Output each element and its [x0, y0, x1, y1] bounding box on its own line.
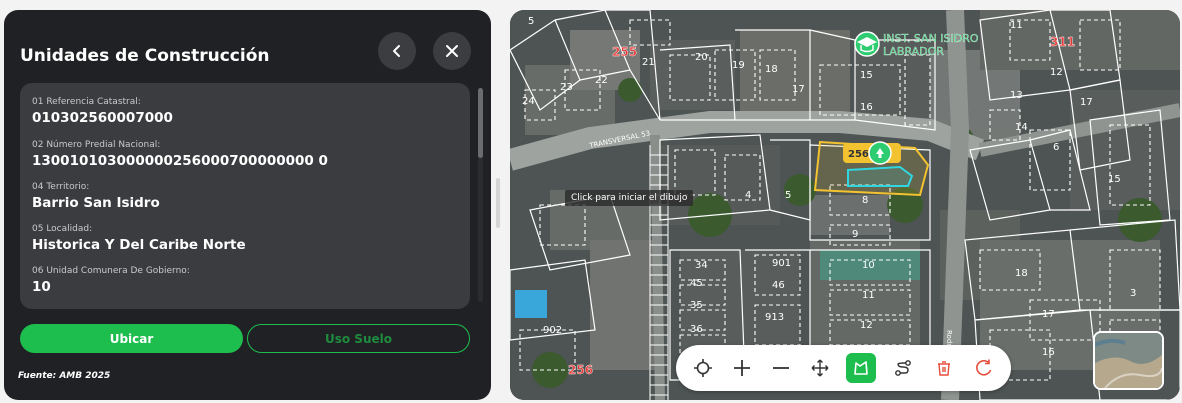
- selected-parcel-label: 256: [848, 149, 869, 160]
- parcel-number: 913: [765, 312, 784, 323]
- parcel-number: 12: [860, 320, 873, 331]
- field-label: 04 Territorio:: [32, 182, 90, 192]
- parcel-number: 34: [695, 260, 708, 271]
- pan-icon: [811, 359, 829, 377]
- parcel-number: 3: [1130, 288, 1136, 299]
- parcel-number: 9: [852, 229, 858, 240]
- field-value: Historica Y Del Caribe Norte: [32, 237, 246, 253]
- sector-label: 311: [1050, 35, 1075, 49]
- parcel-number: 20: [695, 52, 708, 63]
- crosshair-icon: [694, 359, 712, 377]
- minimap-canvas: [1095, 333, 1162, 388]
- parcel-number: 5: [528, 16, 534, 27]
- parcel-number: 45: [690, 278, 703, 289]
- parcel-number: 21: [642, 57, 655, 68]
- poi-label-line1: INST. SAN ISIDRO: [883, 32, 979, 45]
- map-toolbar: [676, 345, 1011, 391]
- parcel-number: 6: [1053, 142, 1059, 153]
- app-root: Unidades de Construcción 01 Referencia C…: [0, 0, 1182, 403]
- parcel-number: 22: [595, 75, 608, 86]
- field-unidad-comunera: 06 Unidad Comunera De Gobierno: 10: [32, 266, 190, 295]
- field-value: Barrio San Isidro: [32, 195, 160, 211]
- parcel-number: 8: [862, 195, 868, 206]
- field-value: 130010103000000256000700000000 0: [32, 153, 328, 169]
- info-panel: Unidades de Construcción 01 Referencia C…: [4, 10, 491, 400]
- draw-line-button[interactable]: [888, 353, 918, 383]
- close-button[interactable]: [433, 32, 471, 70]
- location-pin-icon[interactable]: [868, 141, 892, 165]
- parcel-number: 24: [522, 96, 535, 107]
- parcel-number: 18: [765, 64, 778, 75]
- field-localidad: 05 Localidad: Historica Y Del Caribe Nor…: [32, 224, 246, 253]
- field-value: 10: [32, 279, 51, 295]
- field-label: 01 Referencia Catastral:: [32, 97, 141, 107]
- field-value: 010302560007000: [32, 110, 173, 126]
- draw-tooltip: Click para iniciar el dibujo: [565, 190, 694, 206]
- delete-icon: [938, 361, 950, 376]
- draw-polygon-button[interactable]: [846, 353, 876, 383]
- card-scrollbar-thumb[interactable]: [478, 88, 483, 158]
- field-label: 06 Unidad Comunera De Gobierno:: [32, 266, 190, 276]
- parcel-number: 35: [690, 300, 703, 311]
- parcel-number: 11: [862, 290, 875, 301]
- zoom-in-icon: [734, 360, 750, 376]
- panel-resize-handle[interactable]: [496, 178, 500, 228]
- source-note: Fuente: AMB 2025: [18, 371, 111, 381]
- field-label: 02 Número Predial Nacional:: [32, 140, 161, 150]
- parcel-number: 4: [745, 190, 751, 201]
- parcel-number: 16: [1042, 347, 1055, 358]
- reset-button[interactable]: [969, 353, 999, 383]
- parcel-number: 46: [772, 280, 785, 291]
- parcel-number: 19: [732, 60, 745, 71]
- zoom-out-button[interactable]: [766, 353, 796, 383]
- parcel-number: 15: [1108, 174, 1121, 185]
- panel-title: Unidades de Construcción: [20, 46, 270, 66]
- back-button[interactable]: [378, 32, 416, 70]
- crosshair-tool-button[interactable]: [688, 353, 718, 383]
- zoom-out-icon: [773, 367, 789, 369]
- parcel-number: 12: [1050, 67, 1063, 78]
- draw-polygon-icon: [854, 361, 868, 375]
- field-numero-predial: 02 Número Predial Nacional: 130010103000…: [32, 140, 328, 169]
- delete-button[interactable]: [929, 353, 959, 383]
- parcel-number: 15: [860, 70, 873, 81]
- zoom-in-button[interactable]: [727, 353, 757, 383]
- reset-icon: [976, 359, 992, 376]
- parcel-number: 17: [1042, 309, 1055, 320]
- parcel-number: 10: [862, 260, 875, 271]
- chevron-left-icon: [393, 45, 400, 57]
- parcel-number: 17: [792, 84, 805, 95]
- field-territorio: 04 Territorio: Barrio San Isidro: [32, 182, 160, 211]
- attributes-card: 01 Referencia Catastral: 010302560007000…: [20, 83, 470, 309]
- ubicar-button[interactable]: Ubicar: [20, 324, 243, 353]
- pool: [515, 290, 547, 318]
- parcel-number: 13: [1010, 90, 1023, 101]
- school-icon: [854, 31, 880, 57]
- field-referencia-catastral: 01 Referencia Catastral: 010302560007000: [32, 97, 173, 126]
- close-icon: [446, 45, 458, 57]
- parcel-number: 23: [560, 82, 573, 93]
- minimap[interactable]: [1093, 331, 1164, 390]
- parcel-number: 16: [860, 102, 873, 113]
- parcel-number: 5: [785, 190, 791, 201]
- parcel-number: 17: [1080, 97, 1093, 108]
- parcel-number: 11: [1010, 20, 1023, 31]
- parcel-number: 14: [1015, 122, 1028, 133]
- parcel-number: 36: [690, 324, 703, 335]
- pan-button[interactable]: [805, 353, 835, 383]
- parcel-number: 902: [543, 325, 562, 336]
- sector-label: 255: [612, 45, 637, 59]
- uso-suelo-button[interactable]: Uso Suelo: [247, 324, 470, 353]
- poi-label-line2: LABRADOR: [883, 45, 944, 58]
- sector-label: 256: [568, 363, 593, 377]
- field-label: 05 Localidad:: [32, 224, 93, 234]
- draw-line-icon: [895, 360, 911, 376]
- parcel-number: 901: [772, 258, 791, 269]
- parcel-number: 18: [1015, 268, 1028, 279]
